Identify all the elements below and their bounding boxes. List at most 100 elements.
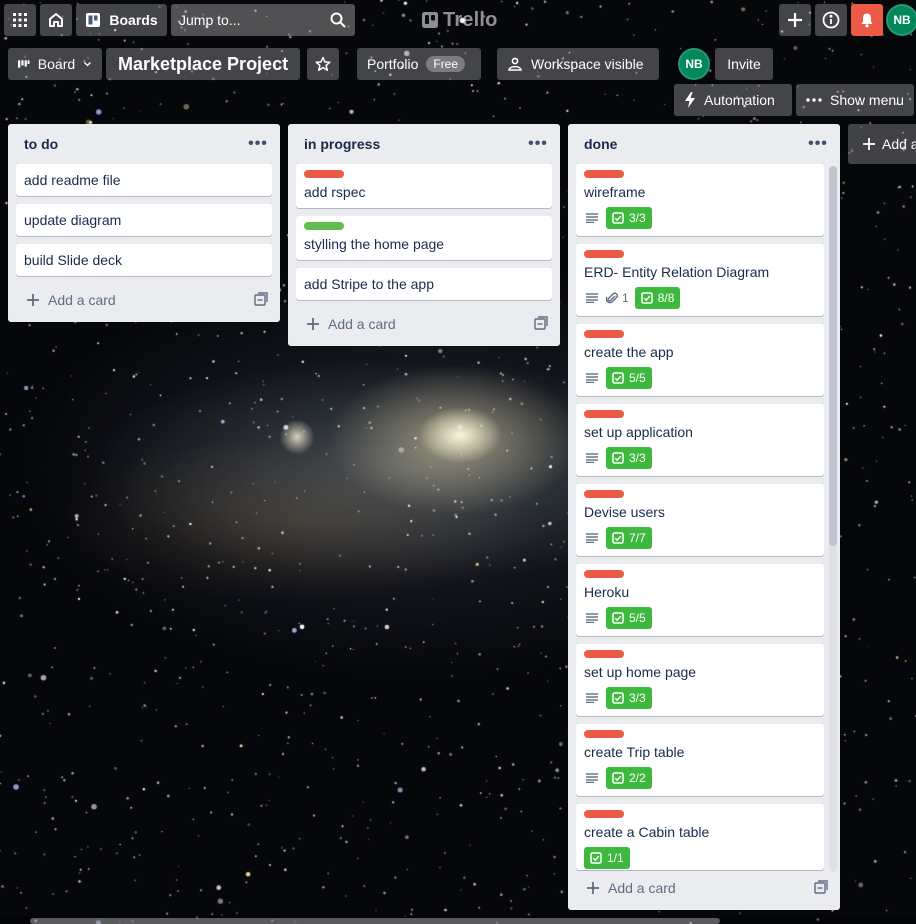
card-template-icon[interactable] <box>254 292 268 306</box>
card[interactable]: stylling the home page <box>296 216 552 260</box>
description-icon <box>584 290 600 306</box>
card-title: create a Cabin table <box>584 824 710 840</box>
automation-button[interactable]: Automation <box>674 84 792 116</box>
board-title[interactable]: Marketplace Project <box>106 48 301 80</box>
card-badges: 1 8/8 <box>584 286 816 310</box>
card-badges: 1/1 <box>584 846 816 870</box>
grid-icon <box>13 13 27 27</box>
star-board-button[interactable] <box>307 48 339 80</box>
card-label-red[interactable] <box>584 810 624 818</box>
card-title: create the app <box>584 344 674 360</box>
show-menu-label: Show menu <box>830 92 904 108</box>
card-label-red[interactable] <box>304 170 344 178</box>
plus-icon <box>307 318 319 330</box>
card-label-red[interactable] <box>584 170 624 178</box>
notifications-button[interactable] <box>851 4 883 36</box>
list-scrollbar-thumb[interactable] <box>829 166 837 546</box>
card-template-icon[interactable] <box>814 880 828 894</box>
add-card-button[interactable]: Add a card <box>16 286 272 314</box>
board-scrollbar-thumb[interactable] <box>30 918 720 924</box>
invite-label: Invite <box>727 56 761 72</box>
checklist-badge: 1/1 <box>584 847 630 869</box>
card[interactable]: add Stripe to the app <box>296 268 552 300</box>
checklist-count: 3/3 <box>629 691 646 705</box>
add-list-button[interactable]: Add a <box>848 124 916 164</box>
card[interactable]: add rspec <box>296 164 552 208</box>
card-title: ERD- Entity Relation Diagram <box>584 264 770 280</box>
description-icon <box>584 450 600 466</box>
list-menu-icon[interactable]: ••• <box>526 132 550 156</box>
list-menu-icon[interactable]: ••• <box>246 132 270 156</box>
card-label-red[interactable] <box>584 490 624 498</box>
card[interactable]: add readme file <box>16 164 272 196</box>
checklist-count: 1/1 <box>607 851 624 865</box>
trello-logo[interactable]: Trello <box>422 7 498 33</box>
board-member-avatar[interactable]: NB <box>678 48 710 80</box>
card[interactable]: set up application 3/3 <box>576 404 824 476</box>
card-label-red[interactable] <box>584 650 624 658</box>
card-label-red[interactable] <box>584 570 624 578</box>
list-header[interactable]: in progress ••• <box>288 124 560 164</box>
card-title: Heroku <box>584 584 630 600</box>
search-icon <box>330 12 346 28</box>
card[interactable]: wireframe 3/3 <box>576 164 824 236</box>
checklist-count: 3/3 <box>629 211 646 225</box>
board-view-icon <box>18 60 30 68</box>
board-icon <box>86 13 101 27</box>
list-header[interactable]: done ••• <box>568 124 840 164</box>
card-title: stylling the home page <box>304 236 445 252</box>
checkbox-icon <box>612 532 624 544</box>
card[interactable]: build Slide deck <box>16 244 272 276</box>
description-icon <box>584 690 600 706</box>
checklist-count: 5/5 <box>629 611 646 625</box>
card[interactable]: update diagram <box>16 204 272 236</box>
board-view-switcher[interactable]: Board <box>8 48 102 80</box>
lightning-icon <box>685 92 695 108</box>
card-label-red[interactable] <box>584 250 624 258</box>
card[interactable]: create a Cabin table 1/1 <box>576 804 824 870</box>
list-header[interactable]: to do ••• <box>8 124 280 164</box>
search-input[interactable]: Jump to... <box>171 4 355 36</box>
checklist-count: 3/3 <box>629 451 646 465</box>
information-button[interactable] <box>815 4 847 36</box>
card[interactable]: Heroku 5/5 <box>576 564 824 636</box>
add-card-label: Add a card <box>48 292 116 308</box>
workspace-button[interactable]: Portfolio Free <box>357 48 481 80</box>
bell-icon <box>861 13 873 28</box>
card-badges: 3/3 <box>584 206 816 230</box>
card-label-red[interactable] <box>584 330 624 338</box>
attachments-badge: 1 <box>606 291 629 305</box>
checkbox-icon <box>612 772 624 784</box>
star-icon <box>315 56 331 71</box>
home-button[interactable] <box>40 4 72 36</box>
card-label-red[interactable] <box>584 730 624 738</box>
account-avatar[interactable]: NB <box>886 4 916 36</box>
card[interactable]: ERD- Entity Relation Diagram 1 8/8 <box>576 244 824 316</box>
card-title: add rspec <box>304 184 366 200</box>
add-card-button[interactable]: Add a card <box>576 874 832 902</box>
add-card-button[interactable]: Add a card <box>296 310 552 338</box>
card-title: update diagram <box>24 212 122 228</box>
description-icon <box>584 610 600 626</box>
app-switcher-button[interactable] <box>4 4 36 36</box>
checklist-badge: 7/7 <box>606 527 652 549</box>
list-menu-icon[interactable]: ••• <box>806 132 830 156</box>
card-badges: 5/5 <box>584 366 816 390</box>
show-menu-button[interactable]: Show menu <box>796 84 914 116</box>
checklist-badge: 2/2 <box>606 767 652 789</box>
boards-button[interactable]: Boards <box>76 4 167 36</box>
card-label-red[interactable] <box>584 410 624 418</box>
create-button[interactable] <box>779 4 811 36</box>
description-icon <box>584 530 600 546</box>
card-label-green[interactable] <box>304 222 344 230</box>
card[interactable]: create the app 5/5 <box>576 324 824 396</box>
card[interactable]: set up home page 3/3 <box>576 644 824 716</box>
invite-button[interactable]: Invite <box>715 48 773 80</box>
card-template-icon[interactable] <box>534 316 548 330</box>
visibility-button[interactable]: Workspace visible <box>497 48 659 80</box>
card[interactable]: Devise users 7/7 <box>576 484 824 556</box>
checklist-badge: 5/5 <box>606 607 652 629</box>
list-scrollbar[interactable] <box>829 166 837 872</box>
card[interactable]: create Trip table 2/2 <box>576 724 824 796</box>
top-navigation-bar: Boards Jump to... Trello NB <box>0 0 916 40</box>
